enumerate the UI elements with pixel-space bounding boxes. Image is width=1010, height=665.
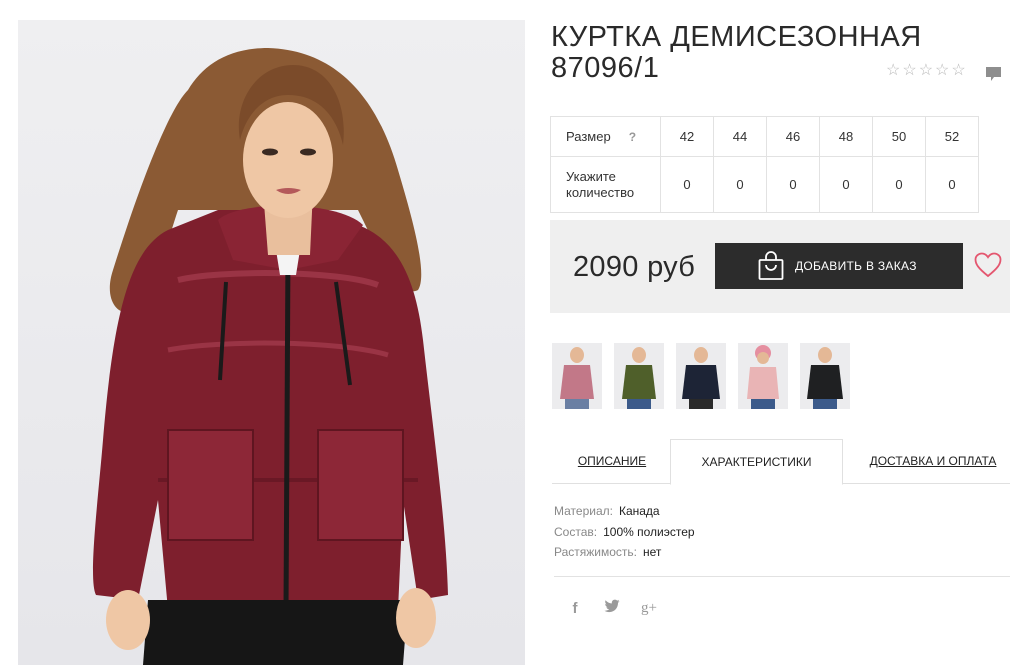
quantity-row: Укажите количество 0 0 0 0 0 0 [550,156,979,213]
size-row: Размер? 42 44 46 48 50 52 [550,116,979,157]
quantity-input[interactable]: 0 [819,156,873,213]
heart-icon[interactable] [974,252,1002,278]
spec-key: Материал: [554,504,613,518]
divider [554,576,1010,577]
add-to-order-button[interactable]: ДОБАВИТЬ В ЗАКАЗ [715,243,963,289]
quantity-input[interactable]: 0 [660,156,714,213]
star-icon[interactable]: ☆ [886,62,900,80]
facebook-icon[interactable]: f [566,600,584,617]
googleplus-icon[interactable]: g+ [640,600,658,617]
star-icon[interactable]: ☆ [902,62,916,80]
size-cell: 44 [713,116,767,157]
spec-value: Канада [618,504,660,518]
tab-description[interactable]: ОПИСАНИЕ [552,439,672,484]
product-tabs: ОПИСАНИЕ ХАРАКТЕРИСТИКИ ДОСТАВКА И ОПЛАТ… [552,439,1010,485]
quantity-input[interactable]: 0 [872,156,926,213]
size-cell: 48 [819,116,873,157]
add-to-order-label: ДОБАВИТЬ В ЗАКАЗ [795,259,917,273]
price: 2090 руб [573,251,696,283]
spec-row-stretch: Растяжимость: нет [554,542,695,563]
quantity-label: Укажите количество [550,156,661,213]
size-help-icon[interactable]: ? [629,129,636,145]
product-title: КУРТКА ДЕМИСЕЗОННАЯ 87096/1 [551,21,922,84]
thumbnail[interactable] [614,343,664,409]
spec-key: Растяжимость: [554,545,638,559]
product-main-image[interactable] [18,20,525,665]
rating-stars[interactable]: ☆ ☆ ☆ ☆ ☆ [886,62,966,80]
thumbnail-strip [552,343,850,409]
star-icon[interactable]: ☆ [951,62,965,80]
star-icon[interactable]: ☆ [919,62,933,80]
thumbnail[interactable] [552,343,602,409]
star-icon[interactable]: ☆ [935,62,949,80]
quantity-input[interactable]: 0 [713,156,767,213]
size-quantity-table: Размер? 42 44 46 48 50 52 Укажите количе… [550,116,979,213]
size-cell: 50 [872,116,926,157]
quantity-input[interactable]: 0 [925,156,979,213]
price-panel: 2090 руб ДОБАВИТЬ В ЗАКАЗ [550,220,1010,313]
size-label-cell: Размер? [550,116,661,157]
shopping-bag-icon [758,251,784,280]
social-share: f g+ [566,599,658,618]
quantity-input[interactable]: 0 [766,156,820,213]
size-cell: 42 [660,116,714,157]
thumbnail[interactable] [676,343,726,409]
spec-row-composition: Состав: 100% полиэстер [554,522,695,543]
characteristics-list: Материал: Канада Состав: 100% полиэстер Ра… [554,501,695,563]
thumbnail[interactable] [800,343,850,409]
spec-row-material: Материал: Канада [554,501,695,522]
tab-delivery-payment[interactable]: ДОСТАВКА И ОПЛАТА [856,439,1010,484]
spec-value: нет [643,545,662,559]
spec-key: Состав: [554,524,598,539]
size-cell: 52 [925,116,979,157]
size-cell: 46 [766,116,820,157]
twitter-icon[interactable] [603,599,621,618]
spec-value: 100% полиэстер [603,524,695,539]
thumbnail[interactable] [738,343,788,409]
comment-icon[interactable] [985,65,1002,82]
tab-characteristics[interactable]: ХАРАКТЕРИСТИКИ [670,439,843,485]
